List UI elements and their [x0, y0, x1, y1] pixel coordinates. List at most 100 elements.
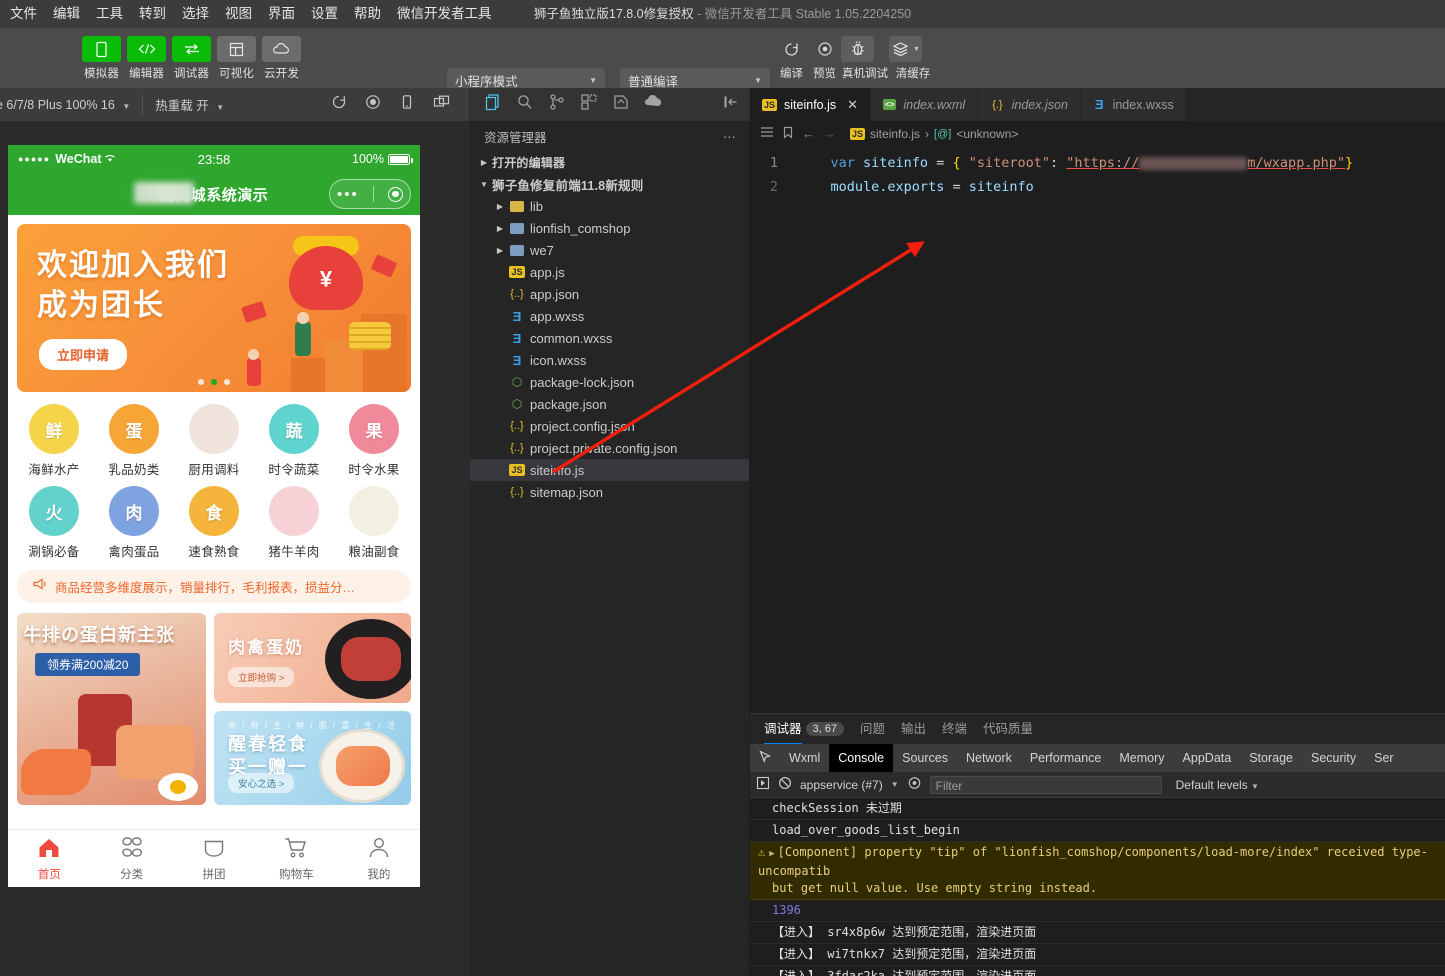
- toolbar-action-layers[interactable]: ▼ 清缓存: [889, 28, 937, 81]
- notice-bar[interactable]: 商品经营多维度展示，销量排行，毛利报表，损益分…: [17, 570, 411, 603]
- devtools-tab-performance[interactable]: Performance: [1021, 744, 1111, 772]
- devtools-tab-wxml[interactable]: Wxml: [780, 744, 829, 772]
- category-item[interactable]: 蔬时令蔬菜: [254, 404, 334, 478]
- debug-icon[interactable]: [612, 93, 630, 116]
- console-message[interactable]: load_over_goods_list_begin: [750, 820, 1445, 842]
- console-context-select[interactable]: appservice (#7): [800, 778, 883, 792]
- menu-item-视图[interactable]: 视图: [217, 0, 260, 28]
- category-item[interactable]: 果时令水果: [334, 404, 414, 478]
- cloud-db-icon[interactable]: [644, 93, 664, 116]
- toolbar-button-cloud[interactable]: 云开发: [262, 28, 301, 81]
- toolbar-action-refresh[interactable]: 编译: [775, 28, 808, 81]
- menu-item-编辑[interactable]: 编辑: [45, 0, 88, 28]
- panel-tab-代码质量[interactable]: 代码质量: [983, 714, 1033, 744]
- file-tree-item[interactable]: ▶ lionfish_comshop: [470, 217, 749, 239]
- record-icon[interactable]: [365, 94, 381, 115]
- promo-tile-spring-light-food[interactable]: 新 / 鲜 / 生 / 鲜 / 面 / 嘉 / 生 / 活 醒春轻食 买一赠一 …: [214, 710, 411, 805]
- menu-item-工具[interactable]: 工具: [88, 0, 131, 28]
- console-levels-select[interactable]: Default levels ▼: [1176, 778, 1259, 792]
- devtools-tab-sources[interactable]: Sources: [893, 744, 957, 772]
- panel-tab-问题[interactable]: 问题: [860, 714, 885, 744]
- panel-tab-调试器[interactable]: 调试器: [764, 714, 802, 744]
- hot-reload-select[interactable]: 热重载 开 ▼: [155, 95, 224, 114]
- more-icon[interactable]: ⋯: [723, 129, 737, 144]
- category-item[interactable]: 火涮锅必备: [14, 486, 94, 560]
- toolbar-action-eye[interactable]: 预览: [808, 28, 841, 81]
- devtools-tab-ser[interactable]: Ser: [1365, 744, 1402, 772]
- device-select[interactable]: e 6/7/8 Plus 100% 16 ▼: [0, 98, 130, 112]
- bookmark-icon[interactable]: [782, 126, 794, 142]
- phone-preview[interactable]: ●●●●● WeChat 23:58 100% 购商城系统演示 ••• ¥ 欢迎…: [8, 145, 420, 887]
- category-item[interactable]: 粮油副食: [334, 486, 414, 560]
- promo-r2-button[interactable]: 安心之选 >: [228, 773, 295, 793]
- category-item[interactable]: 猪牛羊肉: [254, 486, 334, 560]
- source-control-icon[interactable]: [548, 93, 566, 116]
- editor-tab-index-wxss[interactable]: Ǝindex.wxss: [1080, 88, 1187, 121]
- phone-tab-bag[interactable]: 拼团: [173, 836, 255, 882]
- category-item[interactable]: 鲜海鲜水产: [14, 404, 94, 478]
- phone-tab-person[interactable]: 我的: [338, 836, 420, 882]
- editor-tab-index-json[interactable]: {.} index.json: [978, 88, 1081, 121]
- console-message[interactable]: 【进入】 sr4x8p6w 达到预定范围，渲染进页面: [750, 922, 1445, 944]
- toolbar-button-code[interactable]: 编辑器: [127, 28, 166, 81]
- eye-icon[interactable]: [907, 776, 922, 793]
- execute-icon[interactable]: [756, 776, 770, 793]
- forward-icon[interactable]: →: [823, 126, 836, 141]
- devtools-tab-security[interactable]: Security: [1302, 744, 1365, 772]
- file-tree-item[interactable]: ▶Ǝicon.wxss: [470, 349, 749, 371]
- devtools-tab-memory[interactable]: Memory: [1110, 744, 1173, 772]
- files-icon[interactable]: [484, 93, 502, 116]
- breadcrumb-file[interactable]: siteinfo.js: [870, 127, 920, 141]
- promo-r1-button[interactable]: 立即抢购 >: [228, 666, 295, 687]
- inspect-element-icon[interactable]: [750, 749, 780, 767]
- phone-tab-cart[interactable]: 购物车: [255, 836, 337, 882]
- file-tree-item[interactable]: ▶ lib: [470, 195, 749, 217]
- banner-dot[interactable]: [211, 379, 217, 385]
- category-item[interactable]: 蛋乳品奶类: [94, 404, 174, 478]
- editor-tab-siteinfo-js[interactable]: JS siteinfo.js ✕: [750, 88, 872, 121]
- devtools-tab-console[interactable]: Console: [829, 744, 894, 772]
- back-icon[interactable]: ←: [802, 126, 815, 141]
- clear-console-icon[interactable]: [778, 776, 792, 793]
- explorer-section-1[interactable]: ▼ 狮子鱼修复前端11.8新规则: [470, 173, 749, 195]
- phone-tab-grid[interactable]: 分类: [90, 836, 172, 882]
- collapse-panel-icon[interactable]: [723, 94, 749, 115]
- editor-tab-index-wxml[interactable]: <> index.wxml: [871, 88, 979, 121]
- chevron-right-icon[interactable]: ▶: [476, 158, 492, 167]
- category-item[interactable]: 厨用调料: [174, 404, 254, 478]
- expand-icon[interactable]: ▶: [769, 849, 774, 859]
- file-tree-item[interactable]: ▶JSsiteinfo.js: [470, 459, 749, 481]
- file-tree-item[interactable]: ▶Ǝapp.wxss: [470, 305, 749, 327]
- extensions-icon[interactable]: [580, 93, 598, 116]
- wechat-capsule[interactable]: •••: [329, 179, 411, 209]
- category-item[interactable]: 肉禽肉蛋品: [94, 486, 174, 560]
- menu-item-文件[interactable]: 文件: [0, 0, 45, 28]
- promo-tile-meat-eggs[interactable]: 肉禽蛋奶 立即抢购 >: [214, 613, 411, 703]
- devtools-tab-storage[interactable]: Storage: [1240, 744, 1302, 772]
- toolbar-button-phone[interactable]: 模拟器: [82, 28, 121, 81]
- promo-banner[interactable]: 欢迎加入我们 成为团长 立即申请: [17, 224, 411, 392]
- toolbar-button-layout[interactable]: 可视化: [217, 28, 256, 81]
- menu-item-选择[interactable]: 选择: [174, 0, 217, 28]
- file-tree-item[interactable]: ▶JSapp.js: [470, 261, 749, 283]
- console-warning[interactable]: ⚠ ▶ [Component] property "tip" of "lionfis…: [750, 842, 1445, 900]
- menu-item-微信开发者工具[interactable]: 微信开发者工具: [389, 0, 500, 28]
- chevron-down-icon[interactable]: ▼: [476, 180, 492, 189]
- file-tree-item[interactable]: ▶⬡package-lock.json: [470, 371, 749, 393]
- banner-dot[interactable]: [198, 379, 204, 385]
- chevron-right-icon[interactable]: ▶: [492, 246, 508, 255]
- chevron-down-icon[interactable]: ▼: [891, 780, 899, 789]
- file-tree-item[interactable]: ▶Ǝcommon.wxss: [470, 327, 749, 349]
- menu-item-设置[interactable]: 设置: [303, 0, 346, 28]
- toolbar-button-debug-swap[interactable]: 调试器: [172, 28, 211, 81]
- menu-item-转到[interactable]: 转到: [131, 0, 174, 28]
- refresh-icon[interactable]: [331, 94, 347, 115]
- file-tree-item[interactable]: ▶{..}project.private.config.json: [470, 437, 749, 459]
- search-icon[interactable]: [516, 93, 534, 116]
- chevron-right-icon[interactable]: ▶: [492, 202, 508, 211]
- breadcrumb-symbol[interactable]: <unknown>: [956, 127, 1018, 141]
- console-message[interactable]: checkSession 未过期: [750, 798, 1445, 820]
- file-tree-item[interactable]: ▶{..}app.json: [470, 283, 749, 305]
- rotate-device-icon[interactable]: [399, 94, 415, 115]
- promo-tile-steak[interactable]: 牛排の蛋白新主张 领券满200减20: [17, 613, 207, 805]
